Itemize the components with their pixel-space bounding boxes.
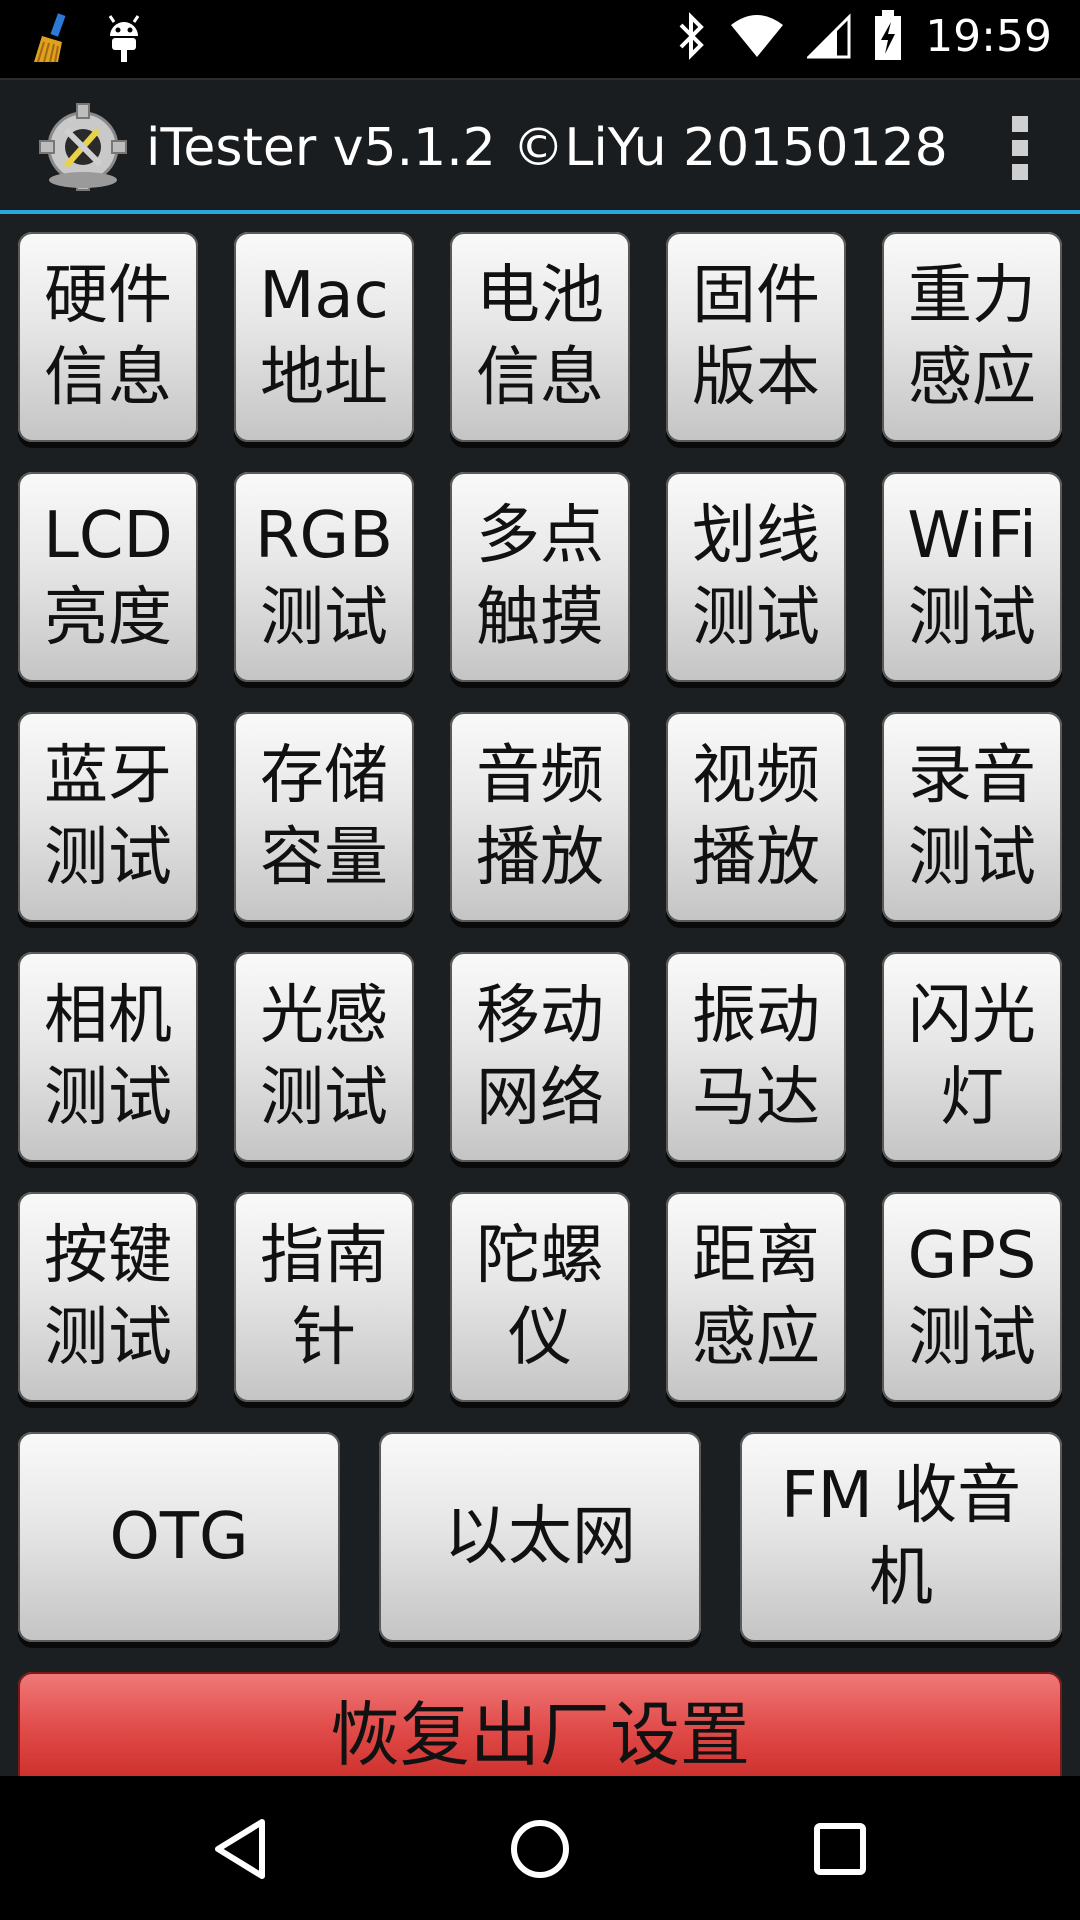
compass-button[interactable]: 指南 针: [234, 1192, 414, 1402]
bluetooth-test-button[interactable]: 蓝牙 测试: [18, 712, 198, 922]
battery-charging-icon: [875, 10, 902, 60]
mobile-network-button[interactable]: 移动 网络: [450, 952, 630, 1162]
vibration-motor-button[interactable]: 振动 马达: [666, 952, 846, 1162]
key-test-button[interactable]: 按键 测试: [18, 1192, 198, 1402]
test-menu: 硬件 信息 Mac 地址 电池 信息 固件 版本 重力 感应 LCD 亮度 RG…: [0, 214, 1080, 1776]
ethernet-button[interactable]: 以太网: [379, 1432, 701, 1642]
navigation-bar: [0, 1776, 1080, 1920]
status-bar: 19:59: [0, 0, 1080, 78]
recents-icon[interactable]: [805, 1814, 875, 1884]
status-time: 19:59: [925, 10, 1052, 62]
recording-test-button[interactable]: 录音 测试: [882, 712, 1062, 922]
rgb-test-button[interactable]: RGB 测试: [234, 472, 414, 682]
audio-playback-button[interactable]: 音频 播放: [450, 712, 630, 922]
gravity-sensor-button[interactable]: 重力 感应: [882, 232, 1062, 442]
home-icon[interactable]: [505, 1814, 575, 1884]
bluetooth-icon: [679, 12, 705, 60]
line-draw-test-button[interactable]: 划线 测试: [666, 472, 846, 682]
mac-address-button[interactable]: Mac 地址: [234, 232, 414, 442]
lcd-brightness-button[interactable]: LCD 亮度: [18, 472, 198, 682]
otg-button[interactable]: OTG: [18, 1432, 340, 1642]
wifi-icon: [731, 15, 784, 57]
gyroscope-button[interactable]: 陀螺 仪: [450, 1192, 630, 1402]
android-debug-icon: [108, 15, 140, 62]
multitouch-button[interactable]: 多点 触摸: [450, 472, 630, 682]
light-sensor-test-button[interactable]: 光感 测试: [234, 952, 414, 1162]
wide-button-row: OTG 以太网 FM 收音 机: [18, 1432, 1062, 1642]
proximity-sensor-button[interactable]: 距离 感应: [666, 1192, 846, 1402]
gear-tools-icon[interactable]: [36, 100, 130, 194]
battery-info-button[interactable]: 电池 信息: [450, 232, 630, 442]
overflow-menu-icon[interactable]: [1008, 116, 1032, 180]
gps-test-button[interactable]: GPS 测试: [882, 1192, 1062, 1402]
back-icon[interactable]: [206, 1814, 276, 1884]
broom-icon: [34, 13, 66, 63]
test-grid: 硬件 信息 Mac 地址 电池 信息 固件 版本 重力 感应 LCD 亮度 RG…: [18, 232, 1062, 1402]
wifi-test-button[interactable]: WiFi 测试: [882, 472, 1062, 682]
flashlight-button[interactable]: 闪光 灯: [882, 952, 1062, 1162]
firmware-version-button[interactable]: 固件 版本: [666, 232, 846, 442]
video-playback-button[interactable]: 视频 播放: [666, 712, 846, 922]
signal-icon: [807, 13, 851, 59]
action-bar: iTester v5.1.2 ©LiYu 20150128: [0, 78, 1080, 216]
hardware-info-button[interactable]: 硬件 信息: [18, 232, 198, 442]
storage-capacity-button[interactable]: 存储 容量: [234, 712, 414, 922]
app-title: iTester v5.1.2 ©LiYu 20150128: [146, 118, 948, 178]
fm-radio-button[interactable]: FM 收音 机: [740, 1432, 1062, 1642]
camera-test-button[interactable]: 相机 测试: [18, 952, 198, 1162]
factory-reset-button[interactable]: 恢复出厂设置: [18, 1672, 1062, 1776]
